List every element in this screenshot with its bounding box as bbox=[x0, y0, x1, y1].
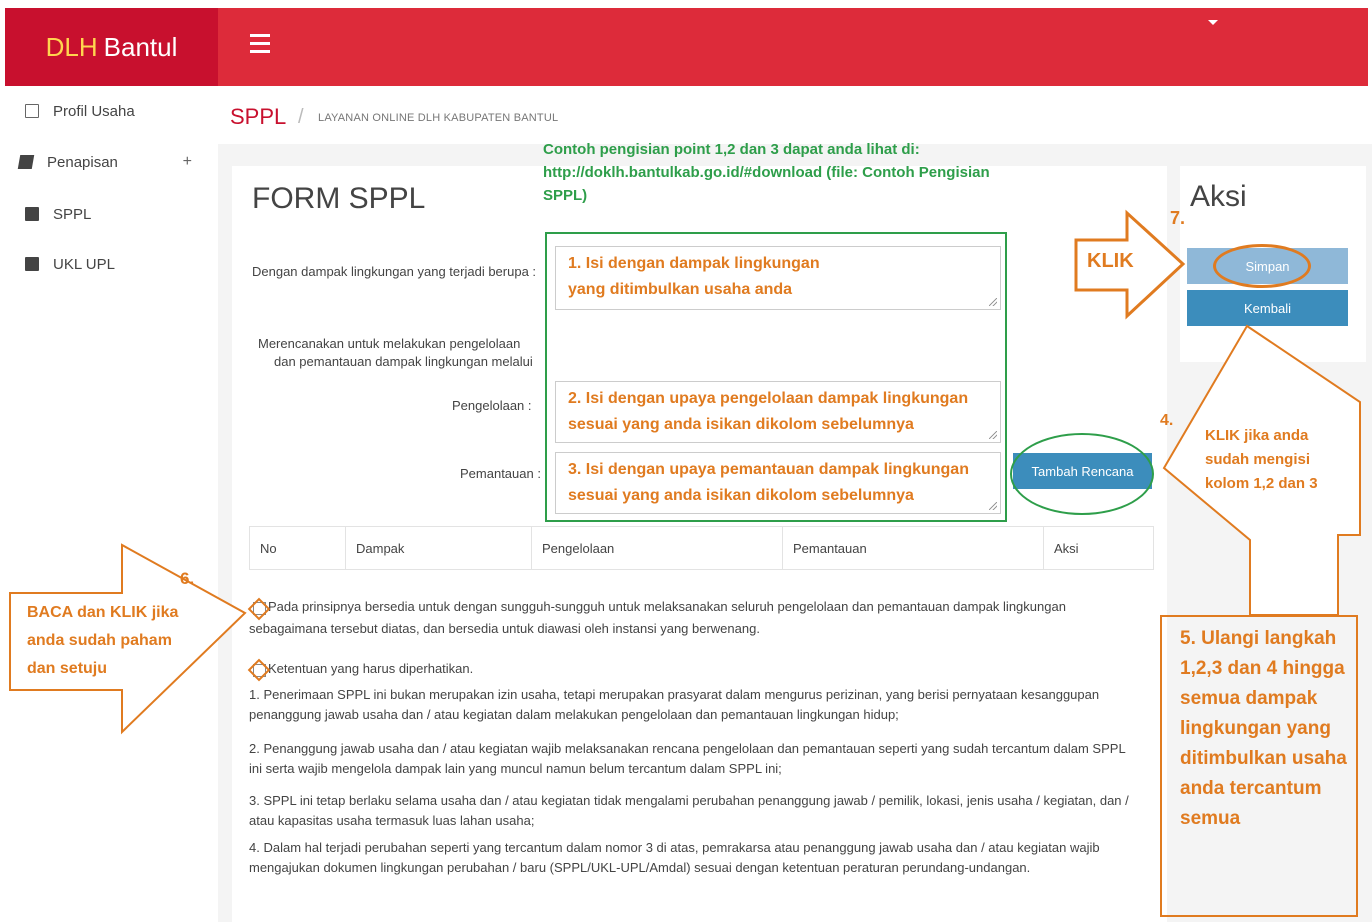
klik-label: KLIK bbox=[1087, 250, 1134, 272]
step5-note: 5. Ulangi langkah 1,2,3 dan 4 hingga semua… bbox=[1180, 628, 1347, 829]
step7-number: 7. bbox=[1170, 208, 1186, 228]
step4-note: KLIK jika anda sudah mengisi kolom 1,2 dan… bbox=[1205, 427, 1318, 492]
step6-number: 6. bbox=[180, 569, 195, 588]
step6-note: BACA dan KLIK jika anda sudah paham dan se… bbox=[27, 604, 179, 677]
step4-number: 4. bbox=[1160, 412, 1174, 429]
